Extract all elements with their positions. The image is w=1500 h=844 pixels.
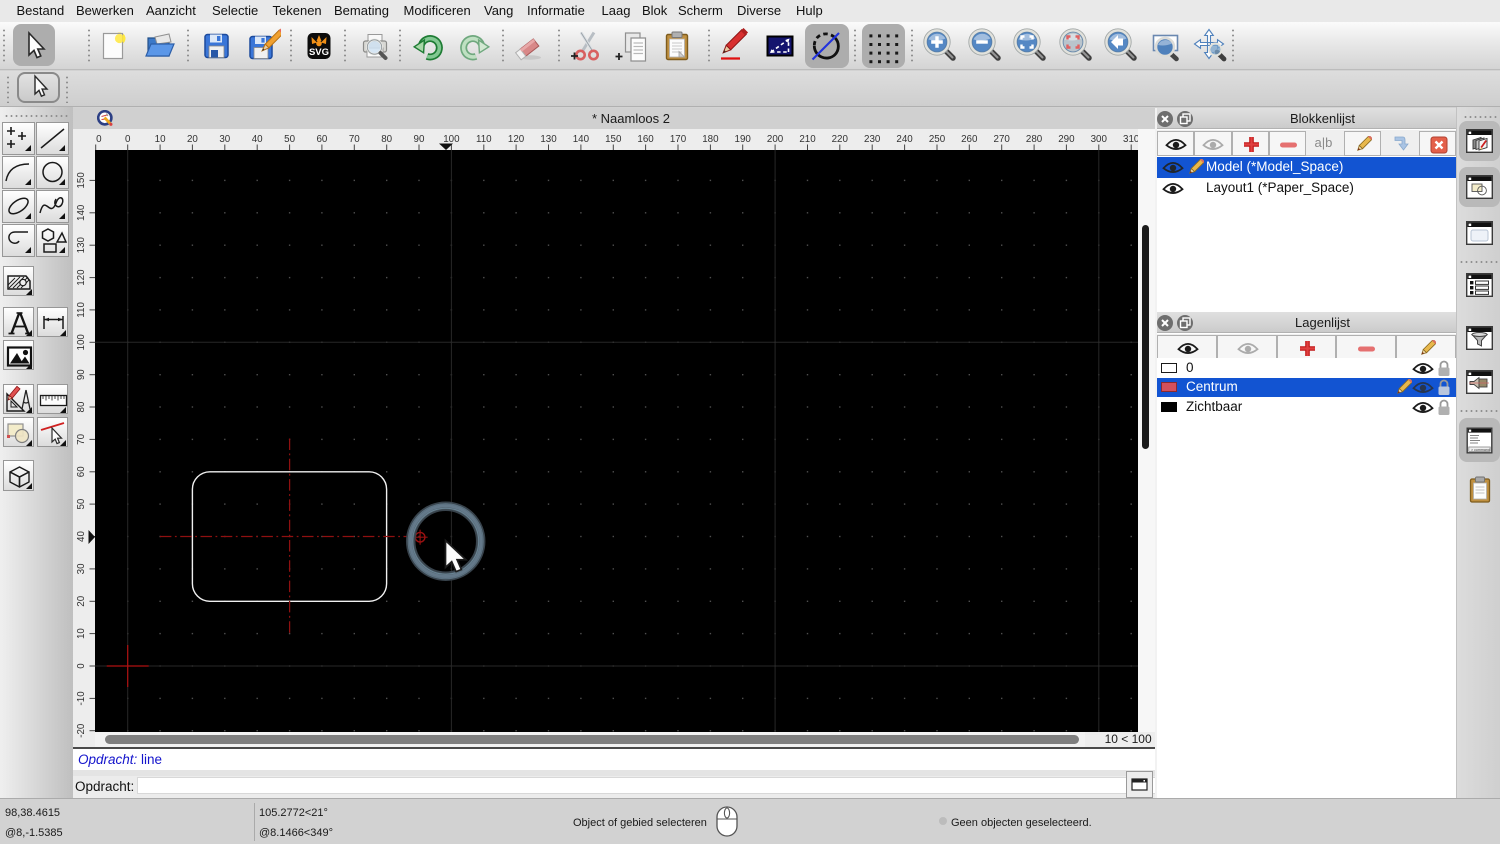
svg-text:130: 130 [540,134,557,145]
svg-text:100: 100 [76,334,87,351]
svg-text:190: 190 [735,134,752,145]
svg-text:280: 280 [1026,134,1043,145]
svg-text:140: 140 [573,134,590,145]
svg-text:170: 170 [670,134,687,145]
svg-text:> command: > command [1471,447,1490,451]
svg-text:120: 120 [76,269,87,286]
svg-text:210: 210 [799,134,816,145]
svg-text:150: 150 [76,172,87,189]
svg-text:240: 240 [896,134,913,145]
svg-text:90: 90 [76,369,87,380]
svg-text:110: 110 [476,134,492,145]
svg-text:30: 30 [219,134,230,145]
svg-text:270: 270 [994,134,1011,145]
svg-text:0: 0 [96,134,102,145]
svg-text:80: 80 [76,401,87,412]
svg-text:60: 60 [76,466,87,477]
svg-text:50: 50 [284,134,295,145]
svg-text:-10: -10 [76,691,87,706]
svg-text:180: 180 [702,134,719,145]
svg-text:300: 300 [1091,134,1108,145]
svg-text:260: 260 [961,134,978,145]
svg-text:110: 110 [76,302,87,318]
svg-text:30: 30 [76,563,87,574]
svg-text:90: 90 [414,134,425,145]
svg-text:20: 20 [76,595,87,606]
svg-text:SVG: SVG [308,47,328,58]
svg-text:40: 40 [252,134,263,145]
svg-text:60: 60 [316,134,327,145]
svg-text:220: 220 [832,134,849,145]
svg-text:100: 100 [443,134,460,145]
svg-text:80: 80 [381,134,392,145]
svg-text:0: 0 [76,663,87,669]
svg-text:140: 140 [76,204,87,221]
svg-text:10: 10 [76,628,87,639]
svg-text:130: 130 [76,236,87,253]
svg-text:0: 0 [125,134,131,145]
svg-text:-20: -20 [76,723,87,738]
svg-text:50: 50 [76,498,87,509]
svg-text:250: 250 [929,134,946,145]
svg-text:290: 290 [1058,134,1075,145]
svg-text:70: 70 [76,433,87,444]
svg-text:310: 310 [1123,134,1138,145]
svg-text:200: 200 [767,134,784,145]
svg-text:120: 120 [508,134,525,145]
svg-text:10: 10 [155,134,166,145]
svg-text:20: 20 [187,134,198,145]
svg-text:160: 160 [637,134,654,145]
svg-text:70: 70 [349,134,360,145]
svg-text:150: 150 [605,134,622,145]
svg-text:40: 40 [76,531,87,542]
svg-text:230: 230 [864,134,881,145]
